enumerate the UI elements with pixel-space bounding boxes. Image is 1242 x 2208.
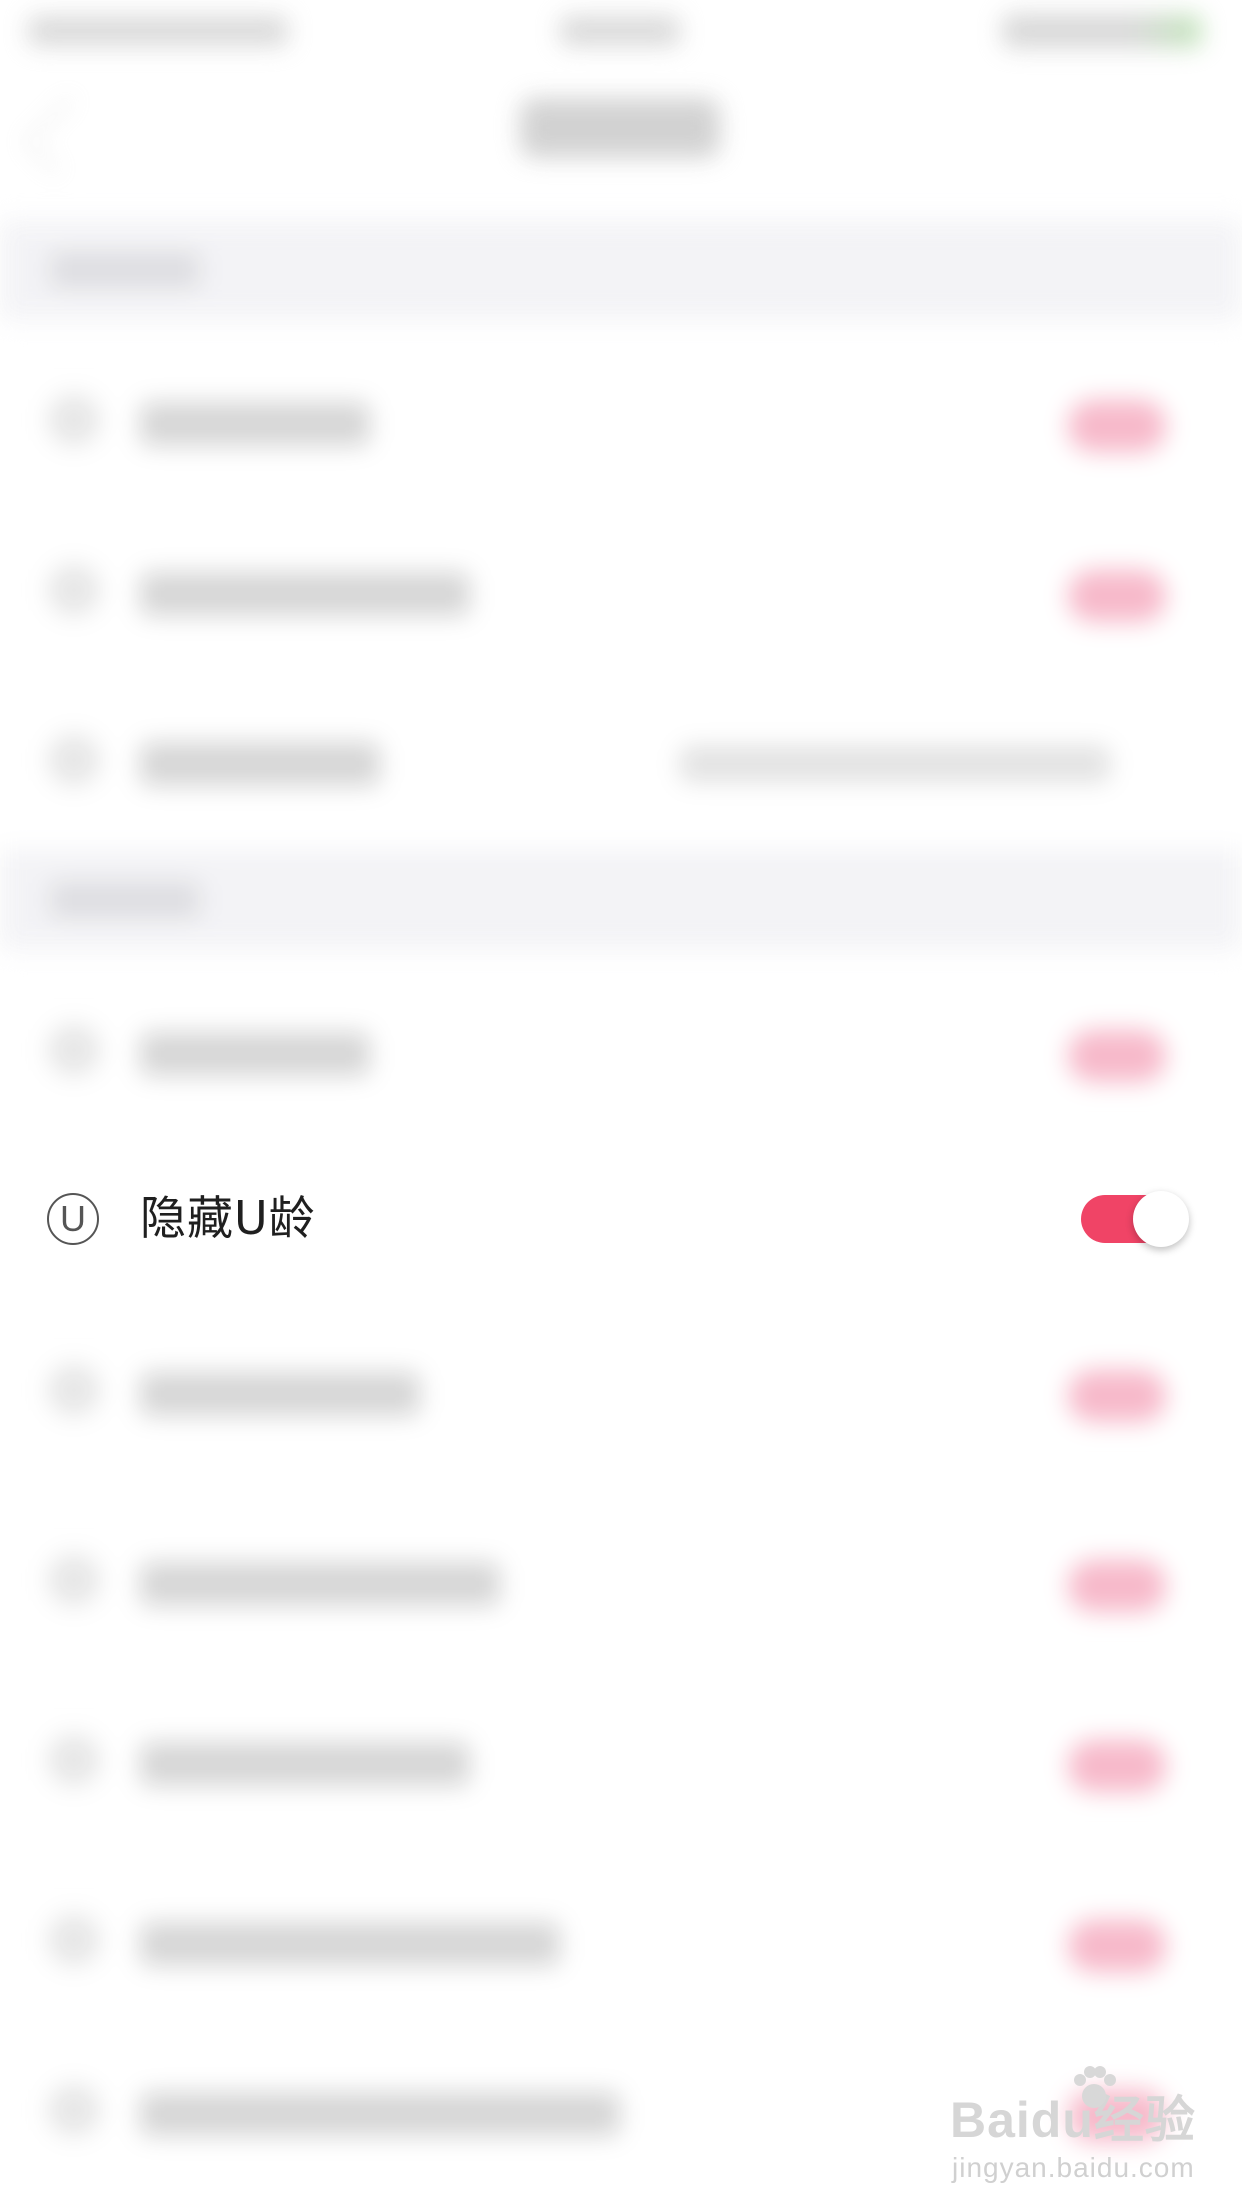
row-5-icon [48, 1364, 100, 1416]
section-header-2-label [50, 882, 200, 918]
settings-row-3[interactable] [0, 680, 1242, 850]
row-1-icon [48, 394, 100, 446]
row-3-icon [48, 734, 100, 786]
row-4-label [140, 1032, 370, 1076]
hide-u-age-row[interactable]: U 隐藏U龄 [0, 1150, 1242, 1290]
row-2-toggle[interactable] [1068, 570, 1166, 622]
u-circle-icon: U [47, 1193, 99, 1245]
settings-row-2[interactable] [0, 510, 1242, 680]
status-battery-blur [1002, 14, 1202, 48]
row-2-icon [48, 564, 100, 616]
nav-bar [0, 70, 1242, 210]
settings-row-5[interactable] [0, 1310, 1242, 1480]
row-7-toggle[interactable] [1068, 1740, 1166, 1792]
settings-row-6[interactable] [0, 1500, 1242, 1670]
row-3-detail [680, 746, 1110, 782]
status-bar [0, 0, 1242, 60]
row-7-label [140, 1742, 470, 1786]
baidu-jingyan-watermark: Baidu经验 jingyan.baidu.com [950, 2066, 1220, 2190]
row-1-toggle[interactable] [1068, 400, 1166, 452]
settings-screen: U 隐藏U龄 Baidu经验 jingyan.baidu.com [0, 0, 1242, 2208]
hide-u-age-toggle[interactable] [1081, 1191, 1189, 1247]
row-9-label [140, 2092, 620, 2136]
paw-icon [1074, 2066, 1116, 2108]
row-6-label [140, 1562, 500, 1606]
row-4-toggle[interactable] [1068, 1030, 1166, 1082]
row-5-toggle[interactable] [1068, 1370, 1166, 1422]
row-4-icon [48, 1024, 100, 1076]
row-9-icon [48, 2084, 100, 2136]
settings-row-4[interactable] [0, 970, 1242, 1140]
section-header-2 [0, 850, 1242, 950]
settings-row-1[interactable] [0, 340, 1242, 510]
settings-row-7[interactable] [0, 1680, 1242, 1850]
status-time-blur [560, 16, 680, 46]
blurred-background [0, 0, 1242, 2208]
row-5-label [140, 1372, 420, 1416]
row-3-label [140, 742, 380, 786]
watermark-url: jingyan.baidu.com [952, 2152, 1195, 2183]
section-header-1-label [50, 252, 200, 288]
row-6-icon [48, 1554, 100, 1606]
settings-row-8[interactable] [0, 1860, 1242, 2030]
row-1-label [140, 402, 370, 446]
hide-u-age-label: 隐藏U龄 [140, 1191, 316, 1245]
row-8-icon [48, 1914, 100, 1966]
row-8-label [140, 1922, 560, 1966]
toggle-knob [1133, 1191, 1189, 1247]
status-left-blur [28, 16, 288, 46]
row-2-label [140, 572, 470, 616]
nav-title-blur [520, 98, 720, 158]
row-7-icon [48, 1734, 100, 1786]
section-header-1 [0, 220, 1242, 320]
row-8-toggle[interactable] [1068, 1920, 1166, 1972]
row-6-toggle[interactable] [1068, 1560, 1166, 1612]
back-chevron-icon[interactable] [23, 95, 103, 175]
